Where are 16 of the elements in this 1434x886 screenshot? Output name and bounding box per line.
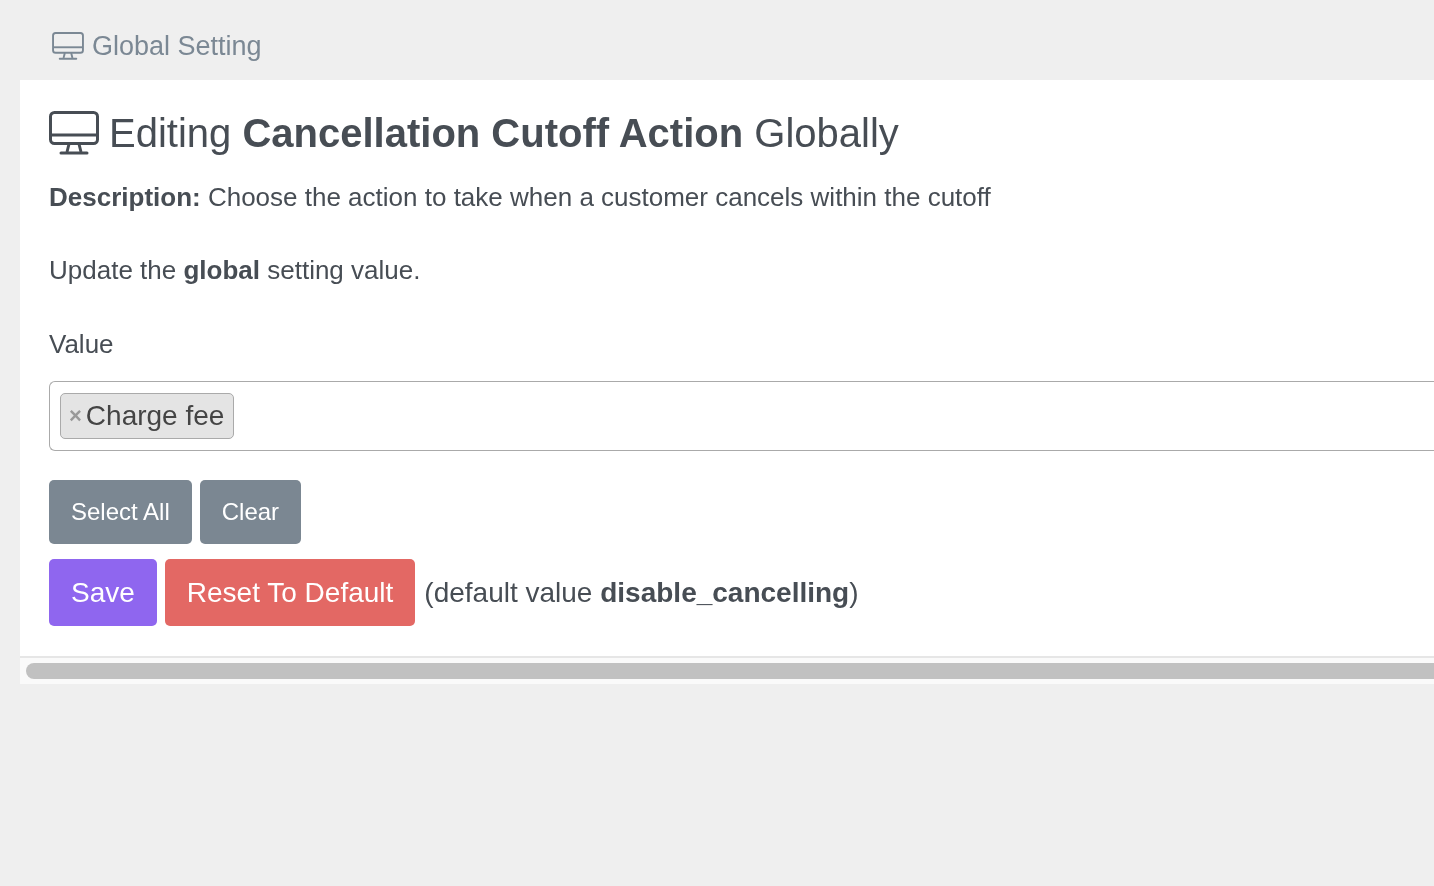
- field-label: Value: [49, 328, 115, 361]
- save-button[interactable]: Save: [49, 559, 157, 626]
- description-text: Description: Choose the action to take when a customer cancels within the cutoff: [49, 181, 992, 214]
- clear-button[interactable]: Clear: [199, 480, 302, 544]
- breadcrumb-title: Global Setting: [92, 29, 262, 63]
- scrollbar-thumb[interactable]: [26, 663, 1434, 679]
- multi-select-field[interactable]: ×Charge fee: [49, 381, 1434, 451]
- instruction-text: Update the global setting value.: [49, 254, 422, 287]
- tag-label: Charge fee: [85, 402, 225, 430]
- page-heading: Editing Cancellation Cutoff Action Globally: [109, 110, 899, 157]
- select-all-button[interactable]: Select All: [49, 480, 192, 544]
- monitor-icon: [52, 32, 84, 60]
- reset-button[interactable]: Reset To Default: [164, 559, 416, 626]
- default-value-note: (default value disable_cancelling): [424, 575, 859, 610]
- monitor-icon: [49, 111, 99, 155]
- tag-remove-button[interactable]: ×: [69, 405, 82, 427]
